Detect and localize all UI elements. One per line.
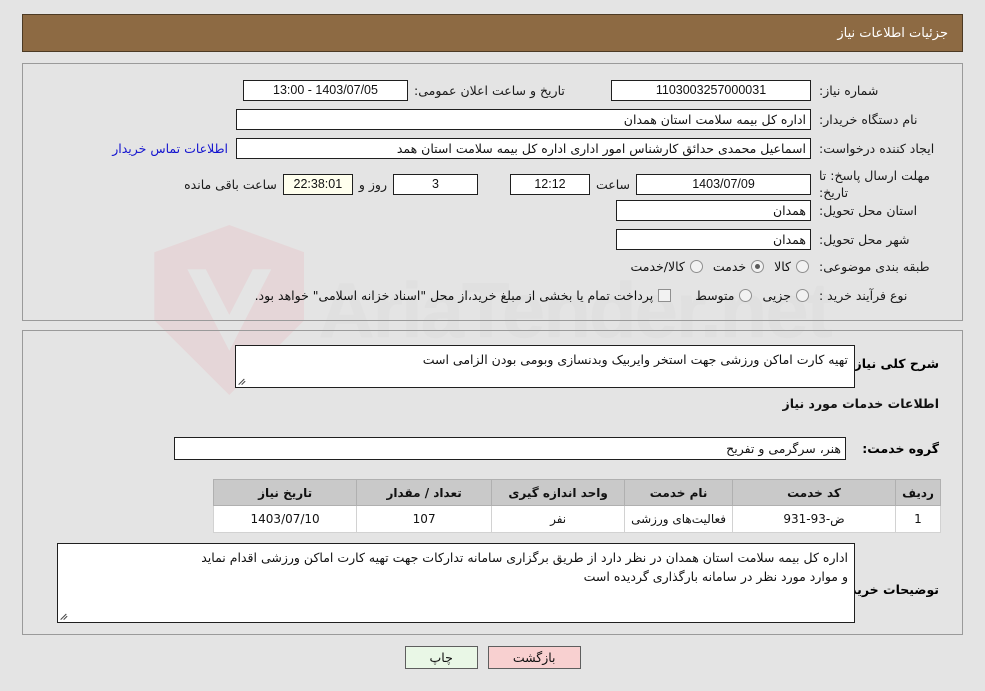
cell-need-date: 1403/07/10 (213, 505, 358, 533)
service-group-value: هنر، سرگرمی و تفریح (174, 437, 846, 460)
deadline-row: مهلت ارسال پاسخ: تا تاریخ: 1403/07/09 سا… (184, 168, 939, 202)
public-announce-row: تاریخ و ساعت اعلان عمومی: 13:00 - 1403/0… (243, 80, 589, 101)
table-header-service-name: نام خدمت (624, 479, 733, 506)
services-section-heading: اطلاعات خدمات مورد نیاز (782, 396, 940, 411)
need-details-page: AriaTender.net جزئیات اطلاعات نیاز شماره… (0, 0, 985, 691)
delivery-city-label: شهر محل تحویل: (819, 232, 910, 247)
remaining-countdown-timer: 22:38:01 (282, 174, 353, 196)
table-header-unit: واحد اندازه گیری (491, 479, 626, 506)
back-button[interactable]: بازگشت (487, 646, 581, 669)
cell-service-name: فعالیت‌های ورزشی (624, 505, 733, 533)
treasury-bond-checkbox[interactable] (658, 289, 672, 302)
delivery-province-row: استان محل تحویل: همدان (616, 200, 939, 221)
process-radio-motavaset[interactable] (739, 289, 753, 302)
delivery-province-value: همدان (616, 200, 811, 221)
buyer-contact-link[interactable]: اطلاعات تماس خریدار (112, 141, 228, 156)
page-title: جزئیات اطلاعات نیاز (837, 25, 948, 41)
category-option-label-1: خدمت (712, 259, 747, 274)
buyer-notes-line-1: اداره کل بیمه سلامت استان همدان در نظر د… (201, 550, 848, 565)
remaining-days-label: روز و (358, 177, 387, 193)
table-row[interactable]: 1 ض-93-931 فعالیت‌های ورزشی نفر 107 1403… (213, 505, 941, 533)
need-number-label: شماره نیاز: (819, 83, 879, 98)
table-header-quantity: تعداد / مقدار (356, 479, 493, 506)
buyer-notes-line-2: و موارد مورد نظر در سامانه بارگذاری گردی… (583, 569, 848, 585)
table-header-need-date: تاریخ نیاز (213, 479, 358, 506)
process-radio-jozee[interactable] (796, 289, 809, 302)
resize-grip-icon[interactable] (60, 611, 70, 621)
need-number-value: 1103003257000031 (611, 80, 811, 101)
summary-label-wrap: شرح کلی نیاز: (850, 356, 939, 371)
process-option-label-1: متوسط (695, 288, 735, 303)
cell-service-code: ض-93-931 (732, 505, 896, 533)
buyer-org-row: نام دستگاه خریدار: اداره کل بیمه سلامت ا… (236, 109, 939, 130)
table-header-service-code: کد خدمت (732, 479, 896, 506)
remaining-days-value: 3 (392, 174, 478, 196)
category-label: طبقه بندی موضوعی: (819, 259, 930, 274)
action-button-bar: بازگشت چاپ (0, 646, 985, 669)
purchase-process-label: نوع فرآیند خرید : (819, 288, 908, 303)
buyer-notes-textarea[interactable]: اداره کل بیمه سلامت استان همدان در نظر د… (57, 543, 855, 623)
category-radio-khedmat[interactable] (751, 260, 765, 273)
process-option-label-0: جزیی (762, 288, 791, 303)
remaining-suffix-label: ساعت باقی مانده (184, 177, 277, 193)
cell-unit: نفر (491, 505, 626, 533)
creator-label: ایجاد کننده درخواست: (819, 141, 935, 156)
services-table: ردیف کد خدمت نام خدمت واحد اندازه گیری ت… (213, 479, 941, 533)
summary-textarea[interactable]: تهیه کارت اماکن ورزشی جهت استخر وایربیک … (235, 345, 855, 388)
print-button[interactable]: چاپ (404, 646, 478, 669)
purchase-process-row: نوع فرآیند خرید : جزیی متوسط پرداخت تمام… (245, 288, 939, 303)
category-radio-kala[interactable] (796, 260, 809, 273)
delivery-province-label: استان محل تحویل: (819, 203, 918, 218)
resize-grip-icon[interactable] (238, 376, 248, 386)
category-option-label-2: کالا/خدمت (630, 259, 685, 274)
deadline-date-value: 1403/07/09 (636, 174, 811, 196)
buyer-org-label: نام دستگاه خریدار: (819, 112, 918, 127)
public-announce-value: 13:00 - 1403/07/05 (243, 80, 408, 101)
deadline-hour-label: ساعت (595, 177, 630, 193)
service-group-row: گروه خدمت: هنر، سرگرمی و تفریح (174, 437, 939, 460)
delivery-city-row: شهر محل تحویل: همدان (616, 229, 939, 250)
window-title-bar: جزئیات اطلاعات نیاز (22, 14, 963, 52)
service-group-label: گروه خدمت: (862, 441, 939, 456)
delivery-city-value: همدان (616, 229, 811, 250)
deadline-label: مهلت ارسال پاسخ: تا تاریخ: (819, 168, 930, 200)
creator-row: ایجاد کننده درخواست: اسماعیل محمدی حدائق… (112, 138, 939, 159)
treasury-bond-label: پرداخت تمام یا بخشی از مبلغ خرید،از محل … (254, 288, 654, 303)
category-row: طبقه بندی موضوعی: کالا خدمت کالا/خدمت (620, 259, 939, 274)
cell-row-no: 1 (895, 505, 941, 533)
table-header-row: ردیف کد خدمت نام خدمت واحد اندازه گیری ت… (213, 479, 941, 506)
table-header-row-no: ردیف (895, 479, 941, 506)
cell-quantity: 107 (356, 505, 493, 533)
need-number-row: شماره نیاز: 1103003257000031 (611, 80, 939, 101)
deadline-hour-value: 12:12 (509, 174, 590, 196)
summary-label: شرح کلی نیاز: (849, 356, 939, 371)
public-announce-label: تاریخ و ساعت اعلان عمومی: (414, 83, 565, 98)
category-option-label-0: کالا (774, 259, 791, 274)
category-radio-kala-khedmat[interactable] (689, 260, 703, 273)
buyer-org-value: اداره کل بیمه سلامت استان همدان (236, 109, 811, 130)
summary-value: تهیه کارت اماکن ورزشی جهت استخر وایربیک … (422, 352, 848, 367)
creator-value: اسماعیل محمدی حدائق کارشناس امور اداری ا… (236, 138, 811, 159)
